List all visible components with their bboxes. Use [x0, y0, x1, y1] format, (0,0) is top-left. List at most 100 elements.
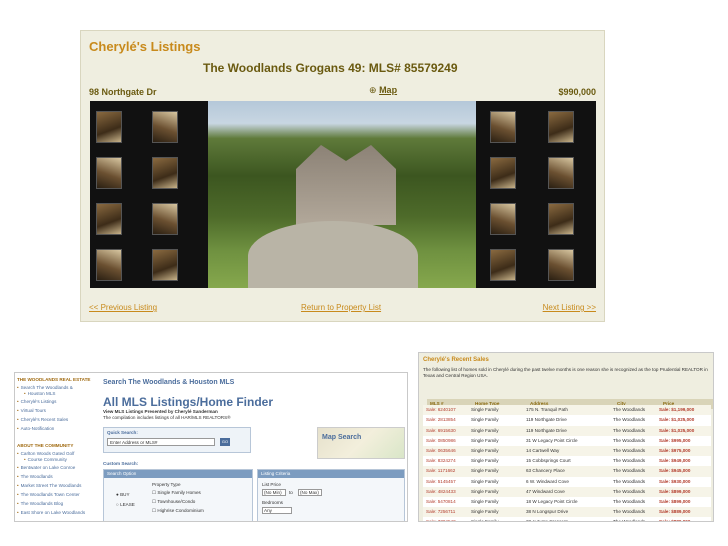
photo-thumbnail[interactable] — [490, 157, 516, 189]
table-cell[interactable]: Sale: 0850986 — [426, 438, 456, 443]
table-cell: Sale: $1,199,000 — [659, 407, 695, 413]
table-cell[interactable]: Sale: 6915630 — [426, 428, 456, 433]
type-checkbox-townhouse[interactable]: ☐ Townhouse/Condo — [152, 499, 195, 505]
table-cell[interactable]: Sale: 5470814 — [426, 499, 456, 504]
table-cell: Sale: $975,000 — [659, 447, 691, 453]
photo-thumbnail[interactable] — [152, 111, 178, 143]
max-price-select[interactable]: (No Max) — [298, 489, 322, 496]
min-price-select[interactable]: (No Min) — [262, 489, 286, 496]
table-row: Sale: 2813854 Single Family 119 Northgate … — [423, 415, 711, 426]
sidebar-item-east-shore[interactable]: East Shore on Lake Woodlands — [17, 510, 86, 515]
sidebar-item-the-woodlands[interactable]: The Woodlands — [17, 474, 53, 479]
table-cell[interactable]: Sale: 3704540 — [426, 519, 456, 521]
table-cell[interactable]: Sale: 2813854 — [426, 417, 456, 422]
sidebar-item-town-center[interactable]: The Woodlands Town Center — [17, 492, 80, 497]
table-row: Sale: 0635646 Single Family 14 Cartwell Wa… — [423, 445, 711, 457]
listing-panel: Cherylé's Listings The Woodlands Grogans… — [80, 30, 605, 322]
sidebar-item-listings[interactable]: Cherylé's Listings — [17, 399, 57, 404]
buy-radio[interactable]: ● BUY — [116, 492, 130, 497]
photo-thumbnail[interactable] — [152, 157, 178, 189]
sidebar-item-search-cont[interactable]: Houston MLS — [24, 391, 56, 396]
table-cell[interactable]: 119 Northgate Drive — [526, 417, 567, 422]
photo-thumbnail[interactable] — [96, 157, 122, 189]
previous-listing-link[interactable]: << Previous Listing — [89, 303, 157, 312]
sidebar-item-recent-sales[interactable]: Cherylé's Recent Sales — [17, 417, 69, 422]
table-cell: The Woodlands — [613, 468, 646, 474]
table-cell[interactable]: Sale: 1171662 — [426, 468, 455, 473]
table-cell: The Woodlands — [613, 447, 646, 453]
photo-thumbnail[interactable] — [548, 203, 574, 235]
photo-thumbnail[interactable] — [490, 249, 516, 281]
table-cell[interactable]: Sale: 7256711 — [426, 509, 455, 514]
type-checkbox-highrise[interactable]: ☐ Highrise Condominium — [152, 508, 204, 514]
photo-thumbnail[interactable] — [96, 249, 122, 281]
table-cell: The Woodlands — [613, 488, 646, 494]
table-cell: Single Family — [471, 478, 499, 484]
photo-thumbnail[interactable] — [548, 157, 574, 189]
table-cell: Sale: $1,025,000 — [659, 417, 695, 423]
mls-header: Search The Woodlands & Houston MLS — [103, 379, 235, 386]
photo-thumbnail[interactable] — [96, 111, 122, 143]
map-link[interactable]: ⊕ Map — [369, 85, 397, 96]
table-cell[interactable]: 63 Chancery Place — [526, 468, 565, 473]
search-option-box: Search Option Property Type ● BUY ○ LEAS… — [103, 469, 253, 521]
photo-thumbnail[interactable] — [490, 203, 516, 235]
table-cell[interactable]: 119 Northgate Drive — [526, 428, 567, 433]
table-cell: Sale: $930,000 — [659, 478, 691, 484]
table-cell[interactable]: 14 Cartwell Way — [526, 448, 559, 453]
table-cell[interactable]: Sale: 6240107 — [426, 407, 456, 412]
sidebar-item-search[interactable]: Search The Woodlands & — [17, 385, 73, 390]
sidebar-item-bentwater[interactable]: Bentwater on Lake Conroe — [17, 465, 76, 470]
photo-thumbnail[interactable] — [548, 111, 574, 143]
photo-thumbnail[interactable] — [152, 203, 178, 235]
table-row: Sale: 1171662 Single Family 63 Chancery Pl… — [423, 466, 711, 477]
sidebar-item-carlton-woods-cont[interactable]: Course Community — [24, 457, 67, 462]
table-cell: The Woodlands — [613, 417, 646, 423]
table-cell[interactable]: 175 N. Tranquil Path — [526, 407, 568, 412]
to-label: to — [289, 490, 293, 495]
table-cell: Sale: $899,000 — [659, 498, 691, 504]
table-cell[interactable]: 31 W Legacy Point Circle — [526, 438, 578, 443]
sidebar-heading-community: ABOUT THE COMMUNITY — [17, 443, 74, 448]
main-photo — [208, 101, 476, 288]
table-cell[interactable]: 28 Autumn Crescent — [526, 519, 568, 521]
table-cell[interactable]: Sale: 0635646 — [426, 448, 456, 453]
driveway-image — [248, 221, 418, 288]
table-cell: The Woodlands — [613, 427, 646, 433]
search-option-header: Search Option — [104, 470, 252, 478]
type-checkbox-single-family[interactable]: ☐ Single Family Homes — [152, 490, 201, 496]
table-cell[interactable]: Sale: 5145457 — [426, 479, 456, 484]
sidebar-item-market-street[interactable]: Market Street The Woodlands — [17, 483, 82, 488]
table-row: Sale: 0850986 Single Family 31 W Legacy Po… — [423, 435, 711, 446]
quick-search-input[interactable]: Enter Address or MLS# — [107, 438, 215, 446]
sidebar-item-carlton-woods[interactable]: Carlton Woods Gated Golf — [17, 451, 75, 456]
next-listing-link[interactable]: Next Listing >> — [543, 303, 596, 312]
table-cell[interactable]: 6 W. Windward Cove — [526, 479, 569, 484]
sidebar-item-blog[interactable]: The Woodlands Blog — [17, 501, 64, 506]
listing-title: The Woodlands Grogans 49: MLS# 85579249 — [203, 61, 458, 75]
table-cell: The Woodlands — [613, 437, 646, 443]
listing-address: 98 Northgate Dr — [89, 87, 157, 97]
table-cell: Single Family — [471, 417, 499, 423]
photo-thumbnail[interactable] — [152, 249, 178, 281]
table-row: Sale: 5470814 Single Family 18 W Legacy Po… — [423, 496, 711, 508]
go-button[interactable]: GO — [220, 438, 230, 446]
lease-radio[interactable]: ○ LEASE — [116, 502, 135, 507]
return-to-list-link[interactable]: Return to Property List — [301, 303, 381, 312]
map-search-button[interactable]: Map Search — [317, 427, 405, 459]
table-cell[interactable]: Sale: 4824433 — [426, 489, 456, 494]
photo-thumbnail[interactable] — [548, 249, 574, 281]
recent-sales-description: The following list of homes sold in Cher… — [423, 367, 708, 378]
table-cell[interactable]: Sale: 8324274 — [426, 458, 456, 463]
bedrooms-select[interactable]: Any — [262, 507, 292, 514]
table-cell[interactable]: 15 Cobbsprings Court — [526, 458, 571, 463]
table-cell[interactable]: 18 W Legacy Point Circle — [526, 499, 578, 504]
table-cell[interactable]: 38 N Longspur Drive — [526, 509, 568, 514]
sidebar-item-virtual-tours[interactable]: Virtual Tours — [17, 408, 46, 413]
photo-thumbnail[interactable] — [490, 111, 516, 143]
sidebar-item-auto-notification[interactable]: Auto-Notification — [17, 426, 55, 431]
table-cell[interactable]: 47 Windward Cove — [526, 489, 565, 494]
table-row: Sale: 7256711 Single Family 38 N Longspur … — [423, 507, 711, 518]
house-image — [296, 145, 396, 225]
photo-thumbnail[interactable] — [96, 203, 122, 235]
